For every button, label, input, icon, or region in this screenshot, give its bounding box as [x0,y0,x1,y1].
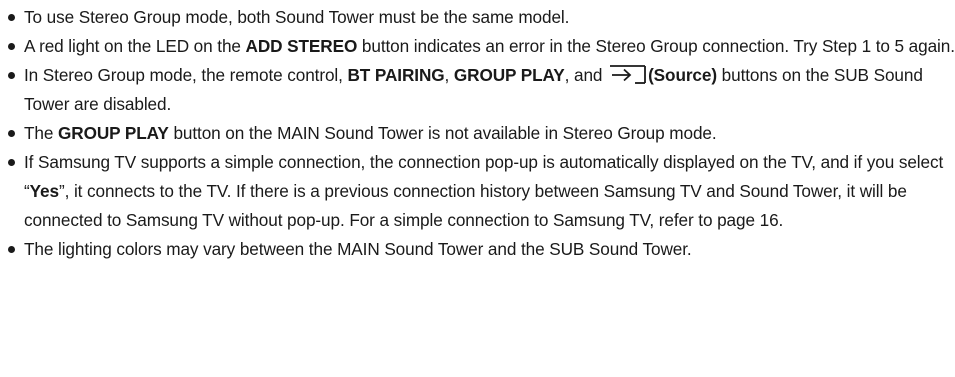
yes-option-label: Yes [29,181,59,201]
note-text: ”, it connects to the TV. If there is a … [24,181,907,230]
source-icon [610,65,646,84]
note-text: A red light on the LED on the [24,36,246,56]
source-button-label: (Source) [648,65,717,85]
note-text: To use Stereo Group mode, both Sound Tow… [24,7,570,27]
note-text: button on the MAIN Sound Tower is not av… [168,123,717,143]
bullet-icon [8,246,15,253]
note-text: The [24,123,58,143]
note-text: The lighting colors may vary between the… [24,239,692,259]
bullet-icon [8,14,15,21]
notes-list: To use Stereo Group mode, both Sound Tow… [0,3,955,264]
bt-pairing-button-label: BT PAIRING [347,65,445,85]
note-same-model: To use Stereo Group mode, both Sound Tow… [0,3,955,32]
note-text: , [444,65,454,85]
note-red-light-error: A red light on the LED on the ADD STEREO… [0,32,955,61]
add-stereo-button-label: ADD STEREO [245,36,358,56]
note-text: , and [564,65,608,85]
group-play-button-label: GROUP PLAY [58,123,169,143]
note-lighting-colors: The lighting colors may vary between the… [0,235,955,264]
note-disabled-buttons: In Stereo Group mode, the remote control… [0,61,955,119]
group-play-button-label: GROUP PLAY [453,65,565,85]
bullet-icon [8,72,15,79]
bullet-icon [8,159,15,166]
note-text: button indicates an error in the Stereo … [357,36,955,56]
bullet-icon [8,43,15,50]
note-text: In Stereo Group mode, the remote control… [24,65,348,85]
note-group-play-unavailable: The GROUP PLAY button on the MAIN Sound … [0,119,955,148]
note-samsung-tv-connection: If Samsung TV supports a simple connecti… [0,148,955,235]
bullet-icon [8,130,15,137]
